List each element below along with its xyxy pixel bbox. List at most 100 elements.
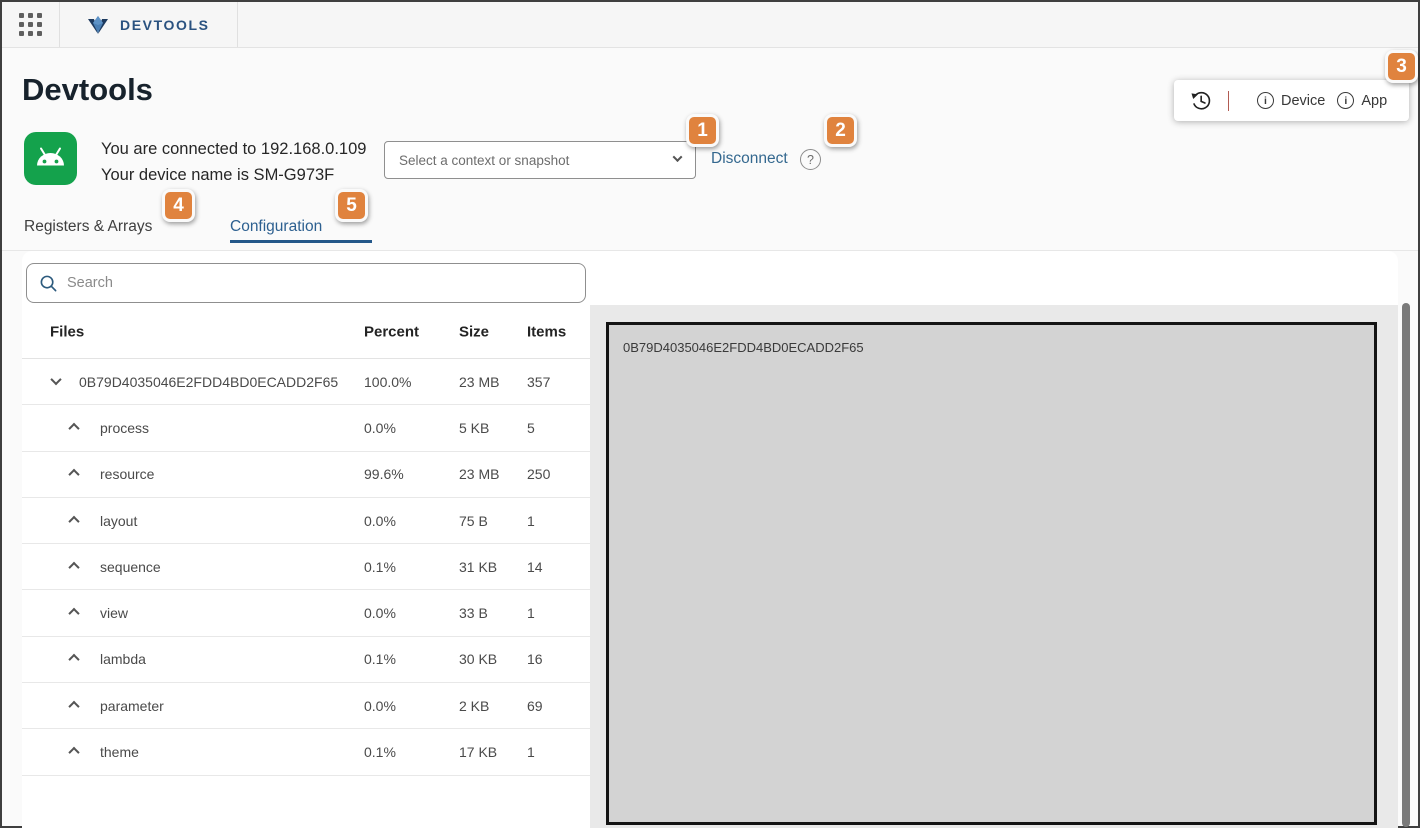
table-row[interactable]: theme 0.1% 17 KB 1 bbox=[22, 729, 590, 775]
connection-status-text: You are connected to 192.168.0.109 Your … bbox=[101, 136, 366, 188]
search-input[interactable] bbox=[67, 275, 573, 291]
search-box[interactable] bbox=[26, 263, 586, 303]
connection-line2: Your device name is SM-G973F bbox=[101, 162, 366, 188]
files-table: Files Percent Size Items 0B79D4035046E2F… bbox=[22, 305, 590, 828]
chevron-down-icon bbox=[673, 152, 683, 162]
disconnect-link[interactable]: Disconnect bbox=[711, 150, 788, 168]
snapshot-viewer[interactable]: 0B79D4035046E2FDD4BD0ECADD2F65 bbox=[606, 322, 1377, 825]
device-app-toolbar: i Device i App bbox=[1174, 80, 1409, 121]
percent-cell: 0.0% bbox=[364, 513, 396, 529]
size-cell: 31 KB bbox=[459, 559, 497, 575]
search-icon bbox=[39, 274, 58, 293]
percent-cell: 0.0% bbox=[364, 605, 396, 621]
size-cell: 23 MB bbox=[459, 374, 499, 390]
chevron-up-icon[interactable] bbox=[68, 469, 79, 480]
chevron-up-icon[interactable] bbox=[68, 608, 79, 619]
percent-cell: 100.0% bbox=[364, 374, 411, 390]
table-row[interactable]: parameter 0.0% 2 KB 69 bbox=[22, 683, 590, 729]
items-cell: 14 bbox=[527, 559, 543, 575]
table-row[interactable]: view 0.0% 33 B 1 bbox=[22, 590, 590, 636]
tab-configuration[interactable]: Configuration bbox=[230, 218, 322, 236]
column-header-size: Size bbox=[459, 323, 489, 340]
items-cell: 16 bbox=[527, 651, 543, 667]
callout-badge-5: 5 bbox=[335, 189, 368, 222]
percent-cell: 99.6% bbox=[364, 466, 404, 482]
size-cell: 33 B bbox=[459, 605, 488, 621]
table-body: 0B79D4035046E2FDD4BD0ECADD2F65 100.0% 23 M… bbox=[22, 359, 590, 776]
size-cell: 23 MB bbox=[459, 466, 499, 482]
card-body: Files Percent Size Items 0B79D4035046E2F… bbox=[22, 305, 1398, 828]
vertical-scrollbar[interactable] bbox=[1402, 303, 1410, 827]
table-row[interactable]: layout 0.0% 75 B 1 bbox=[22, 498, 590, 544]
callout-badge-1: 1 bbox=[686, 114, 719, 147]
file-name-cell: view bbox=[100, 605, 128, 621]
chevron-up-icon[interactable] bbox=[68, 747, 79, 758]
viewer-title: 0B79D4035046E2FDD4BD0ECADD2F65 bbox=[623, 340, 864, 355]
file-name-cell: lambda bbox=[100, 651, 146, 667]
items-cell: 69 bbox=[527, 698, 543, 714]
table-header-row: Files Percent Size Items bbox=[22, 305, 590, 359]
device-button-label: Device bbox=[1281, 93, 1325, 109]
items-cell: 250 bbox=[527, 466, 550, 482]
context-snapshot-select[interactable]: Select a context or snapshot bbox=[384, 141, 696, 179]
chevron-up-icon[interactable] bbox=[68, 700, 79, 711]
chevron-down-icon[interactable] bbox=[50, 374, 61, 385]
chevron-up-icon[interactable] bbox=[68, 562, 79, 573]
percent-cell: 0.0% bbox=[364, 420, 396, 436]
percent-cell: 0.1% bbox=[364, 744, 396, 760]
callout-badge-2: 2 bbox=[824, 114, 857, 147]
table-row[interactable]: resource99.6%23 MB250 bbox=[22, 452, 590, 498]
size-cell: 75 B bbox=[459, 513, 488, 529]
size-cell: 17 KB bbox=[459, 744, 497, 760]
items-cell: 1 bbox=[527, 513, 535, 529]
size-cell: 5 KB bbox=[459, 420, 489, 436]
devtools-logo-icon bbox=[87, 14, 109, 36]
file-name-cell: theme bbox=[100, 744, 139, 760]
size-cell: 30 KB bbox=[459, 651, 497, 667]
info-icon: i bbox=[1337, 92, 1354, 109]
app-button-label: App bbox=[1361, 93, 1387, 109]
history-button[interactable] bbox=[1189, 89, 1212, 112]
file-name-cell: layout bbox=[100, 513, 137, 529]
chevron-up-icon[interactable] bbox=[68, 515, 79, 526]
app-name: DEVTOOLS bbox=[120, 17, 210, 33]
column-header-items: Items bbox=[527, 323, 566, 340]
app-info-button[interactable]: i App bbox=[1337, 92, 1387, 109]
percent-cell: 0.0% bbox=[364, 698, 396, 714]
items-cell: 1 bbox=[527, 605, 535, 621]
callout-badge-4: 4 bbox=[162, 189, 195, 222]
configuration-panel: Files Percent Size Items 0B79D4035046E2F… bbox=[22, 251, 1398, 828]
viewer-pane: 0B79D4035046E2FDD4BD0ECADD2F65 bbox=[590, 305, 1398, 828]
table-row[interactable]: 0B79D4035046E2FDD4BD0ECADD2F65 100.0% 23 M… bbox=[22, 359, 590, 405]
column-header-percent: Percent bbox=[364, 323, 419, 340]
app-logo-section[interactable]: DEVTOOLS bbox=[60, 2, 238, 47]
file-name-cell: process bbox=[100, 420, 149, 436]
items-cell: 5 bbox=[527, 420, 535, 436]
device-info-button[interactable]: i Device bbox=[1257, 92, 1325, 109]
history-icon bbox=[1189, 89, 1212, 112]
connection-line1: You are connected to 192.168.0.109 bbox=[101, 136, 366, 162]
chevron-up-icon[interactable] bbox=[68, 654, 79, 665]
chevron-up-icon[interactable] bbox=[68, 423, 79, 434]
file-name-cell: parameter bbox=[100, 698, 164, 714]
file-name-cell: sequence bbox=[100, 559, 161, 575]
table-row[interactable]: process 0.0% 5 KB 5 bbox=[22, 405, 590, 451]
help-icon[interactable]: ? bbox=[800, 149, 821, 170]
top-bar: DEVTOOLS bbox=[2, 2, 1418, 48]
app-grid-icon[interactable] bbox=[19, 13, 42, 36]
callout-badge-3: 3 bbox=[1385, 50, 1418, 83]
tab-registers-arrays[interactable]: Registers & Arrays bbox=[24, 218, 152, 236]
toolbar-divider bbox=[1228, 91, 1229, 111]
file-name-cell: 0B79D4035046E2FDD4BD0ECADD2F65 bbox=[79, 374, 338, 390]
android-device-icon bbox=[24, 132, 77, 190]
items-cell: 1 bbox=[527, 744, 535, 760]
percent-cell: 0.1% bbox=[364, 559, 396, 575]
percent-cell: 0.1% bbox=[364, 651, 396, 667]
context-select-placeholder: Select a context or snapshot bbox=[399, 153, 674, 168]
table-row[interactable]: sequence 0.1% 31 KB 14 bbox=[22, 544, 590, 590]
active-tab-underline bbox=[230, 240, 372, 243]
size-cell: 2 KB bbox=[459, 698, 489, 714]
page-title: Devtools bbox=[22, 72, 153, 108]
items-cell: 357 bbox=[527, 374, 550, 390]
table-row[interactable]: lambda 0.1% 30 KB 16 bbox=[22, 637, 590, 683]
